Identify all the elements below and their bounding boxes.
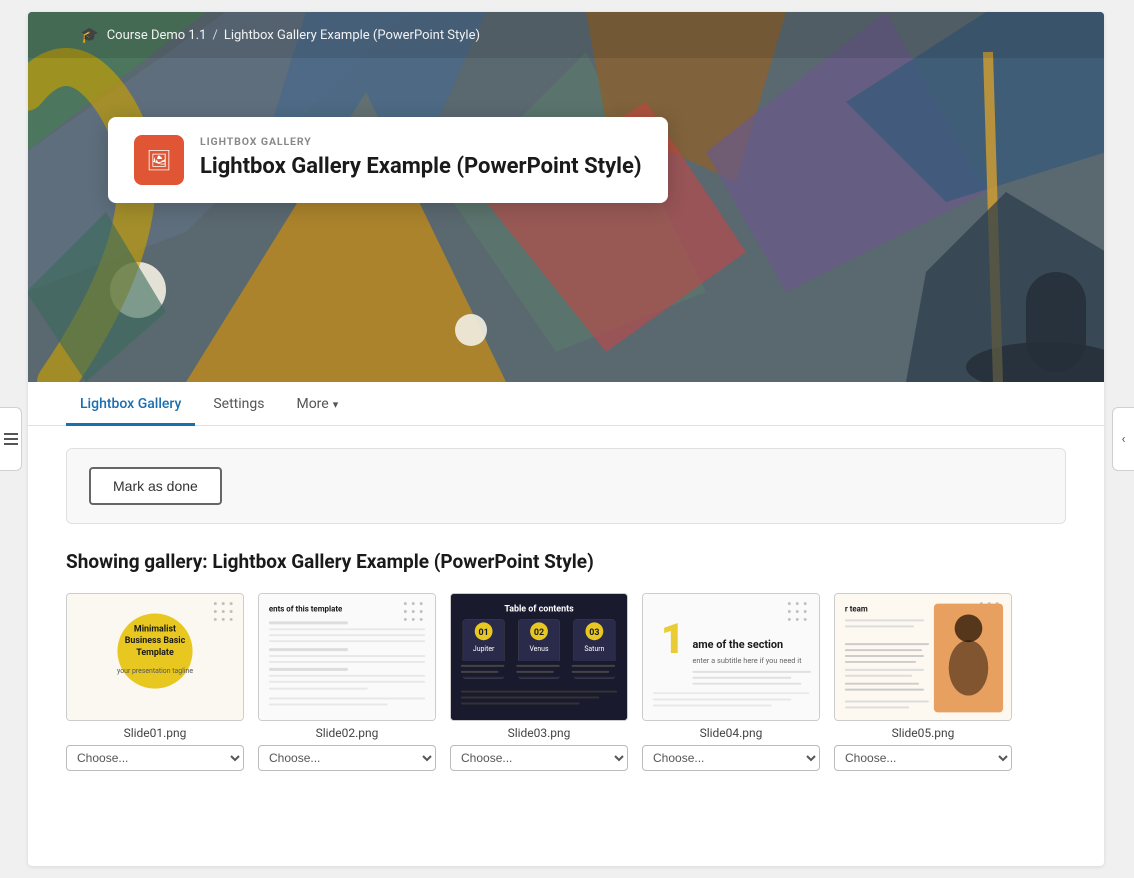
gallery-item-3: Table of contents 01 Jupiter 02 bbox=[450, 593, 628, 771]
svg-text:Minimalist: Minimalist bbox=[134, 624, 176, 634]
gallery-grid: Minimalist Business Basic Template your … bbox=[66, 593, 1066, 771]
title-card-icon: 🖼 bbox=[134, 135, 184, 185]
gallery-item-2: ents of this template bbox=[258, 593, 436, 771]
gallery-thumb-2[interactable]: ents of this template bbox=[258, 593, 436, 721]
title-card-content: LIGHTBOX GALLERY Lightbox Gallery Exampl… bbox=[200, 135, 642, 182]
svg-text:Table of contents: Table of contents bbox=[504, 605, 574, 615]
gallery-item-1: Minimalist Business Basic Template your … bbox=[66, 593, 244, 771]
hamburger-icon bbox=[4, 433, 18, 445]
tab-settings[interactable]: Settings bbox=[199, 382, 278, 426]
gallery-select-3[interactable]: Choose... bbox=[450, 745, 628, 771]
gallery-thumb-4[interactable]: 1 ame of the section enter a subtitle he… bbox=[642, 593, 820, 721]
svg-text:1: 1 bbox=[661, 615, 685, 664]
gallery-thumb-5[interactable]: r team bbox=[834, 593, 1012, 721]
svg-text:ents of this template: ents of this template bbox=[269, 605, 343, 614]
tab-more[interactable]: More ▾ bbox=[282, 382, 352, 426]
action-bar: Mark as done bbox=[66, 448, 1066, 524]
title-card-category: LIGHTBOX GALLERY bbox=[200, 135, 642, 148]
gallery-thumb-3[interactable]: Table of contents 01 Jupiter 02 bbox=[450, 593, 628, 721]
svg-text:your presentation tagline: your presentation tagline bbox=[117, 667, 193, 675]
svg-text:Jupiter: Jupiter bbox=[473, 645, 495, 653]
title-card-title: Lightbox Gallery Example (PowerPoint Sty… bbox=[200, 152, 642, 182]
svg-text:02: 02 bbox=[534, 628, 544, 638]
svg-text:r team: r team bbox=[845, 605, 868, 614]
chevron-left-icon: ‹ bbox=[1122, 432, 1126, 447]
sidebar-toggle[interactable] bbox=[0, 407, 22, 471]
title-card: 🖼 LIGHTBOX GALLERY Lightbox Gallery Exam… bbox=[108, 117, 668, 203]
svg-text:Business Basic: Business Basic bbox=[125, 636, 186, 646]
gallery-select-5[interactable]: Choose... bbox=[834, 745, 1012, 771]
gallery-select-2[interactable]: Choose... bbox=[258, 745, 436, 771]
gallery-heading: Showing gallery: Lightbox Gallery Exampl… bbox=[66, 550, 1066, 573]
hero-section: 🎓 Course Demo 1.1 / Lightbox Gallery Exa… bbox=[28, 12, 1104, 382]
gallery-filename-5: Slide05.png bbox=[834, 726, 1012, 740]
gallery-select-4[interactable]: Choose... bbox=[642, 745, 820, 771]
breadcrumb-separator: / bbox=[212, 28, 217, 43]
svg-text:enter a subtitle here if you n: enter a subtitle here if you need it bbox=[692, 656, 802, 665]
gallery-filename-4: Slide04.png bbox=[642, 726, 820, 740]
mark-done-button[interactable]: Mark as done bbox=[89, 467, 222, 505]
right-collapse-button[interactable]: ‹ bbox=[1112, 407, 1134, 471]
gallery-filename-2: Slide02.png bbox=[258, 726, 436, 740]
breadcrumb: 🎓 Course Demo 1.1 / Lightbox Gallery Exa… bbox=[28, 12, 1104, 58]
gallery-item-5: r team bbox=[834, 593, 1012, 771]
svg-text:Saturn: Saturn bbox=[584, 645, 604, 653]
gallery-filename-3: Slide03.png bbox=[450, 726, 628, 740]
breadcrumb-course-link[interactable]: Course Demo 1.1 bbox=[107, 28, 207, 43]
gallery-thumb-1[interactable]: Minimalist Business Basic Template your … bbox=[66, 593, 244, 721]
svg-text:01: 01 bbox=[479, 628, 489, 638]
breadcrumb-page-name: Lightbox Gallery Example (PowerPoint Sty… bbox=[224, 28, 480, 43]
tab-lightbox-gallery[interactable]: Lightbox Gallery bbox=[66, 382, 195, 426]
chevron-down-icon: ▾ bbox=[333, 398, 339, 411]
content-body: Mark as done Showing gallery: Lightbox G… bbox=[28, 426, 1104, 793]
tabs-bar: Lightbox Gallery Settings More ▾ bbox=[28, 382, 1104, 426]
breadcrumb-course-icon: 🎓 bbox=[80, 26, 99, 44]
gallery-item-4: 1 ame of the section enter a subtitle he… bbox=[642, 593, 820, 771]
svg-text:Template: Template bbox=[136, 648, 174, 658]
svg-text:03: 03 bbox=[589, 628, 599, 638]
svg-text:ame of the section: ame of the section bbox=[692, 638, 783, 651]
gallery-filename-1: Slide01.png bbox=[66, 726, 244, 740]
gallery-select-1[interactable]: Choose... bbox=[66, 745, 244, 771]
svg-text:Venus: Venus bbox=[529, 645, 549, 653]
